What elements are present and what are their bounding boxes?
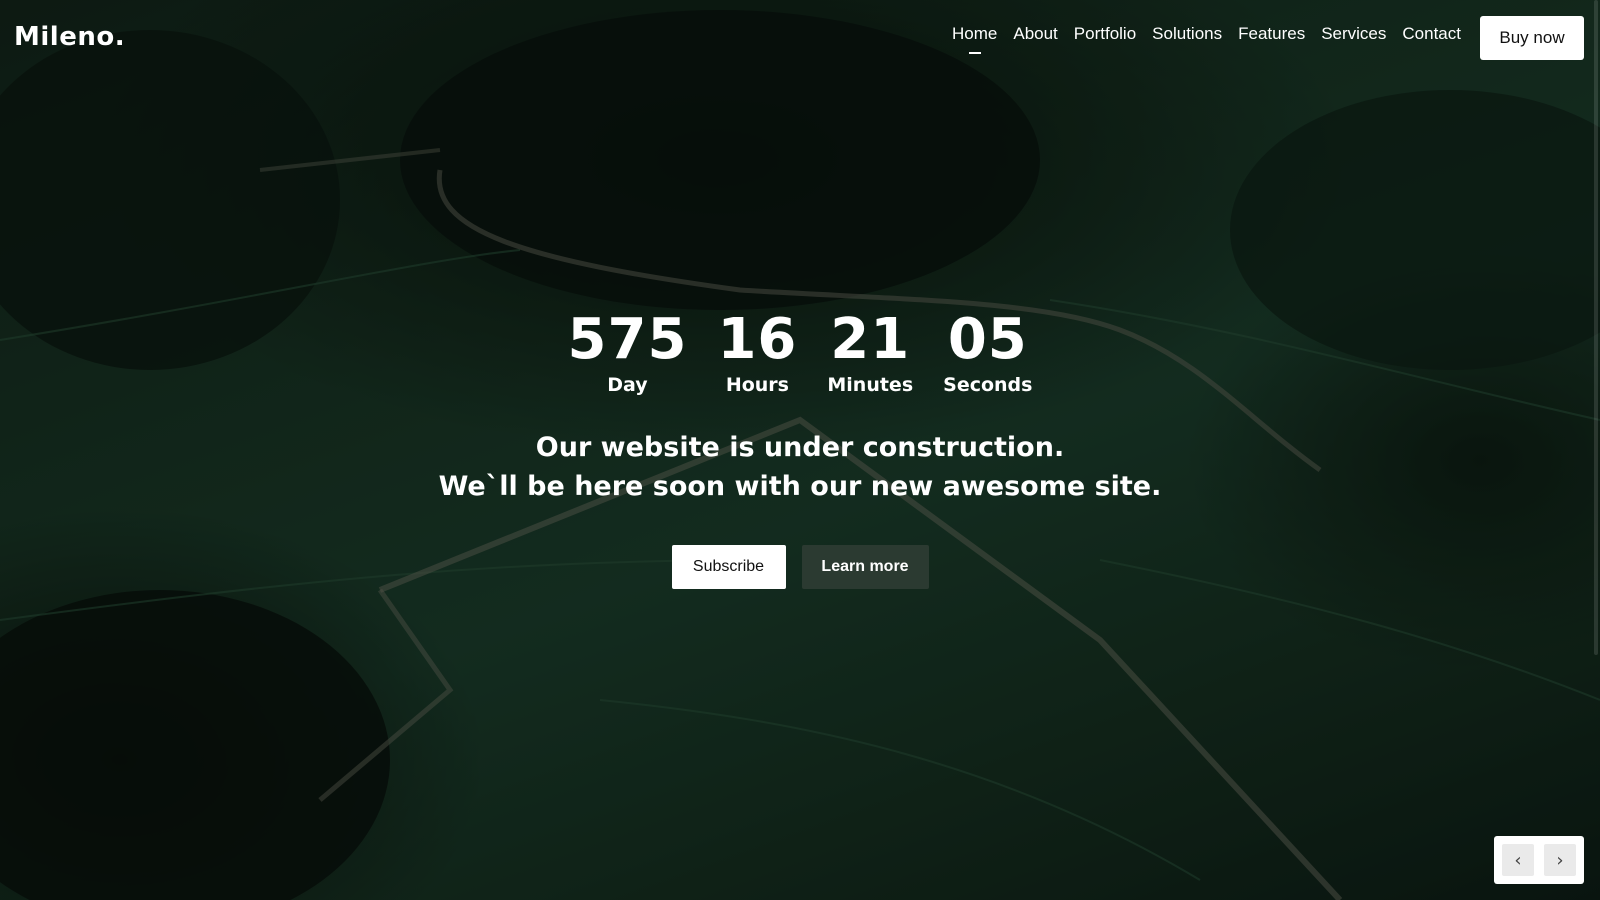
- nav-item-features[interactable]: Features: [1238, 24, 1305, 44]
- site-logo[interactable]: Mileno.: [14, 22, 125, 52]
- nav-item-about[interactable]: About: [1013, 24, 1057, 44]
- chevron-right-icon[interactable]: ›: [1544, 844, 1576, 876]
- hero-line-2: We`ll be here soon with our new awesome …: [438, 471, 1162, 502]
- countdown-minutes: 21 Minutes: [827, 307, 914, 397]
- countdown-seconds-label: Seconds: [943, 374, 1033, 396]
- hero-headline: Our website is under construction. We`ll…: [0, 428, 1600, 506]
- main-nav: Home About Portfolio Solutions Features …: [952, 24, 1461, 44]
- hero-actions: Subscribe Learn more: [0, 545, 1600, 589]
- buy-now-button[interactable]: Buy now: [1480, 16, 1584, 60]
- countdown-timer: 575 Day 16 Hours 21 Minutes 05 Seconds: [0, 307, 1600, 397]
- countdown-hours-value: 16: [717, 307, 798, 372]
- countdown-hours: 16 Hours: [717, 307, 798, 397]
- nav-item-portfolio[interactable]: Portfolio: [1074, 24, 1136, 44]
- nav-item-home[interactable]: Home: [952, 24, 997, 44]
- nav-item-contact[interactable]: Contact: [1402, 24, 1461, 44]
- countdown-days-value: 575: [567, 307, 688, 372]
- nav-item-services[interactable]: Services: [1321, 24, 1386, 44]
- countdown-minutes-label: Minutes: [827, 374, 914, 396]
- hero-line-1: Our website is under construction.: [535, 432, 1065, 463]
- slider-controls: ‹ ›: [1494, 836, 1584, 884]
- countdown-seconds: 05 Seconds: [943, 307, 1033, 397]
- countdown-seconds-value: 05: [947, 307, 1028, 372]
- learn-more-button[interactable]: Learn more: [801, 545, 929, 589]
- chevron-left-icon[interactable]: ‹: [1502, 844, 1534, 876]
- countdown-minutes-value: 21: [830, 307, 911, 372]
- countdown-hours-label: Hours: [725, 374, 789, 396]
- countdown-days-label: Day: [607, 374, 648, 396]
- subscribe-button[interactable]: Subscribe: [671, 545, 786, 589]
- nav-item-solutions[interactable]: Solutions: [1152, 24, 1222, 44]
- countdown-days: 575 Day: [567, 307, 688, 397]
